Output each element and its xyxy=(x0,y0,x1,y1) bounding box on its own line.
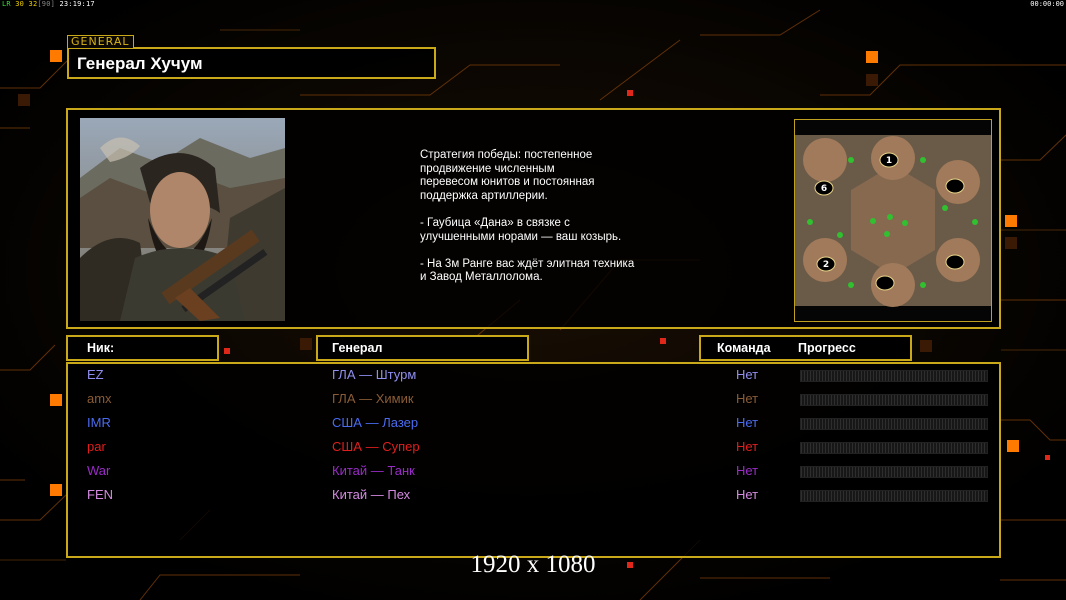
strategy-description: Стратегия победы: постепенное продвижени… xyxy=(420,149,635,284)
player-row: IMR США — Лазер Нет xyxy=(68,414,999,438)
player-general: ГЛА — Штурм xyxy=(332,367,417,382)
nick-header: Ник: xyxy=(87,341,115,355)
player-progress-bar xyxy=(800,442,988,454)
player-team: Нет xyxy=(736,439,759,454)
minimap-preview: 1 6 2 xyxy=(794,119,992,322)
player-team: Нет xyxy=(736,487,759,502)
player-nick: War xyxy=(87,463,111,478)
game-timer: 00:00:00 xyxy=(1030,0,1064,8)
player-progress-bar xyxy=(800,418,988,430)
general-info-panel: Стратегия победы: постепенное продвижени… xyxy=(66,108,1001,329)
player-progress-bar xyxy=(800,466,988,478)
fps-counter: LR 30 32[90] 23:19:17 xyxy=(2,0,95,8)
player-general: ГЛА — Химик xyxy=(332,391,414,406)
player-team: Нет xyxy=(736,415,759,430)
player-row: EZ ГЛА — Штурм Нет xyxy=(68,366,999,390)
player-general: Китай — Пех xyxy=(332,487,411,502)
player-general: Китай — Танк xyxy=(332,463,415,478)
player-row: FEN Китай — Пех Нет xyxy=(68,486,999,510)
general-portrait xyxy=(80,118,285,321)
general-header: Генерал xyxy=(332,341,383,355)
lr-label: LR xyxy=(2,0,11,8)
player-progress-bar xyxy=(800,394,988,406)
fps-value: 30 xyxy=(15,0,25,8)
minimap-slot-6: 6 xyxy=(821,184,827,194)
general-header-box: Генерал xyxy=(316,335,529,361)
player-row: par США — Супер Нет xyxy=(68,438,999,462)
resolution-label: 1920 x 1080 xyxy=(470,551,596,578)
player-general: США — Супер xyxy=(332,439,420,454)
player-nick: EZ xyxy=(87,367,104,382)
minimap-slot-1: 1 xyxy=(886,156,892,166)
player-team: Нет xyxy=(736,391,759,406)
team-header: Команда xyxy=(717,341,771,355)
clock: 23:19:17 xyxy=(59,0,95,8)
minimap-slot-2: 2 xyxy=(823,260,829,270)
logic-fps-cap: [90] xyxy=(37,0,56,8)
player-nick: par xyxy=(87,439,106,454)
player-progress-bar xyxy=(800,490,988,502)
player-row: amx ГЛА — Химик Нет xyxy=(68,390,999,414)
general-name: Генерал Хучум xyxy=(77,54,203,73)
player-nick: amx xyxy=(87,391,112,406)
player-row: War Китай — Танк Нет xyxy=(68,462,999,486)
nick-header-box: Ник: xyxy=(66,335,219,361)
team-progress-header-box: Команда Прогресс xyxy=(699,335,912,361)
player-team: Нет xyxy=(736,367,759,382)
player-general: США — Лазер xyxy=(332,415,419,430)
player-team: Нет xyxy=(736,463,759,478)
player-nick: FEN xyxy=(87,487,113,502)
progress-header: Прогресс xyxy=(798,341,856,355)
player-progress-bar xyxy=(800,370,988,382)
general-tag: GENERAL xyxy=(67,35,134,49)
general-title-box: Генерал Хучум xyxy=(67,47,436,79)
players-panel: EZ ГЛА — Штурм Нет amx ГЛА — Химик Нет IMR США … xyxy=(66,362,1001,558)
player-nick: IMR xyxy=(87,415,111,430)
